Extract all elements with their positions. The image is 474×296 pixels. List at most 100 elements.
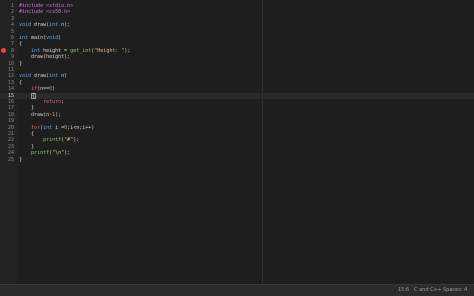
line-number: 5 xyxy=(10,28,14,35)
code-line[interactable]: 23 } xyxy=(0,144,474,150)
code-line[interactable]: 18 draw(n-1); xyxy=(0,112,474,118)
code-line[interactable]: 14 if(n==0) xyxy=(0,86,474,92)
indentation-setting[interactable]: Spaces: 4 xyxy=(443,285,467,296)
line-code[interactable]: int main(void) xyxy=(19,35,61,41)
code-line[interactable]: 7{ xyxy=(0,41,474,47)
code-token: i = xyxy=(52,124,65,131)
code-token: "Height: " xyxy=(94,47,125,54)
line-code[interactable]: for(int i =0;i<n;i++) xyxy=(19,125,94,131)
line-code[interactable]: { xyxy=(19,80,22,86)
code-token: int xyxy=(19,35,29,41)
line-code[interactable]: int height = get_int("Height: "); xyxy=(19,48,130,54)
code-token: } xyxy=(19,105,35,112)
cursor-position[interactable]: 15:6 xyxy=(398,285,409,296)
matched-bracket: { xyxy=(31,92,37,99)
code-token: printf xyxy=(31,150,50,157)
code-token: "\n" xyxy=(52,150,65,157)
code-line[interactable]: 9 draw(height); xyxy=(0,54,474,60)
code-token: draw( xyxy=(31,73,50,80)
code-line[interactable]: 16 return; xyxy=(0,99,474,105)
code-line[interactable]: 2 #include <cs50.h> xyxy=(0,9,474,15)
line-code[interactable]: { xyxy=(19,131,34,137)
code-line[interactable]: 15 { xyxy=(0,92,474,99)
line-number: 19 xyxy=(7,118,14,125)
code-line[interactable]: 6 int main(void) xyxy=(0,35,474,41)
code-token: } xyxy=(19,156,23,163)
code-token: #include <stdio.h> xyxy=(19,3,74,9)
line-number: 25 xyxy=(7,156,14,163)
code-line[interactable]: 1 #include <stdio.h> xyxy=(0,3,474,9)
line-number: 7 xyxy=(10,41,14,48)
code-line[interactable]: 5 xyxy=(0,29,474,35)
code-editor[interactable]: 1 #include <stdio.h> 2 #include <cs50.h> 3 4 v… xyxy=(0,0,474,284)
line-number: 18 xyxy=(7,111,14,118)
code-token: for xyxy=(31,124,41,131)
code-line[interactable]: 4 void draw(int n); xyxy=(0,22,474,28)
code-token: ) xyxy=(58,35,62,41)
line-code[interactable]: printf("\n"); xyxy=(19,150,70,156)
line-code[interactable]: } xyxy=(19,105,34,111)
code-token: draw( xyxy=(31,22,50,29)
code-token: int xyxy=(49,73,59,80)
code-line[interactable]: 20 for(int i =0;i<n;i++) xyxy=(0,125,474,131)
line-number: 8 xyxy=(10,47,14,54)
line-code[interactable]: #include <cs50.h> xyxy=(19,9,70,15)
line-code[interactable]: if(n==0) xyxy=(19,86,55,92)
line-number: 11 xyxy=(7,67,14,73)
line-number: 10 xyxy=(7,60,14,67)
code-token: } xyxy=(19,143,35,150)
line-number: 20 xyxy=(7,124,14,131)
code-token: { xyxy=(19,41,23,48)
line-code[interactable]: { xyxy=(19,41,22,47)
line-number: 3 xyxy=(10,15,14,22)
line-code[interactable]: { xyxy=(19,92,37,99)
line-code[interactable]: printf("#"); xyxy=(19,137,79,143)
code-line[interactable]: 12 void draw(int n) xyxy=(0,73,474,79)
code-token: n) xyxy=(58,73,68,80)
code-token: "#" xyxy=(64,137,74,144)
line-code[interactable]: draw(n-1); xyxy=(19,112,61,118)
code-token: ;i<n;i++) xyxy=(67,124,95,131)
line-code[interactable]: draw(height); xyxy=(19,54,70,60)
code-line[interactable]: 24 printf("\n"); xyxy=(0,150,474,156)
line-code[interactable]: void draw(int n) xyxy=(19,73,67,79)
code-token: ); xyxy=(55,111,62,118)
code-token: int xyxy=(43,124,53,131)
code-token: ); xyxy=(64,150,71,157)
line-code[interactable]: void draw(int n); xyxy=(19,22,70,28)
line-number: 22 xyxy=(7,137,14,144)
code-line[interactable]: 3 xyxy=(0,16,474,22)
code-token: draw(height); xyxy=(19,54,71,61)
code-line[interactable]: 25} xyxy=(0,157,474,163)
line-code[interactable]: } xyxy=(19,61,22,67)
code-token: void xyxy=(19,22,32,29)
line-code[interactable]: return; xyxy=(19,99,64,105)
code-token: ) xyxy=(52,86,56,93)
code-line[interactable]: 22 printf("#"); xyxy=(0,137,474,143)
code-line[interactable]: 10} xyxy=(0,61,474,67)
line-number: 16 xyxy=(7,99,14,105)
line-number: 9 xyxy=(10,54,14,61)
code-line[interactable]: 21 { xyxy=(0,131,474,137)
line-code[interactable]: } xyxy=(19,144,34,150)
code-token: height = xyxy=(40,47,71,54)
line-code[interactable]: } xyxy=(19,157,22,163)
code-token: n); xyxy=(58,22,71,29)
line-number: 21 xyxy=(7,131,14,137)
code-token: get_int xyxy=(70,47,92,54)
code-line[interactable]: 8 int height = get_int("Height: "); xyxy=(0,48,474,54)
code-token: } xyxy=(19,60,23,67)
code-line[interactable]: 13 { xyxy=(0,80,474,86)
code-line[interactable]: 17 } xyxy=(0,105,474,111)
code-line[interactable]: 11 xyxy=(0,67,474,73)
code-token: ); xyxy=(73,137,80,144)
line-number: 4 xyxy=(10,22,14,29)
code-line[interactable]: 19 xyxy=(0,118,474,124)
line-code[interactable]: #include <stdio.h> xyxy=(19,3,73,9)
code-token: int xyxy=(49,22,59,29)
language-mode[interactable]: C and C++ xyxy=(414,285,442,296)
